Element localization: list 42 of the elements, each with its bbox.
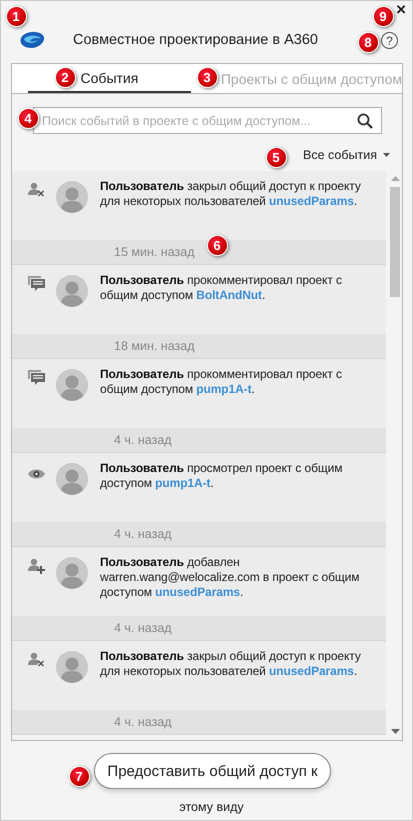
event-time: 4 ч. назад <box>114 715 172 729</box>
project-link[interactable]: unusedParams <box>155 585 240 599</box>
search-field[interactable]: Поиск событий в проекте с общим доступом... <box>33 107 382 134</box>
project-link[interactable]: BoltAndNut <box>196 288 262 302</box>
event-description: Пользователь закрыл общий доступ к проекту для некоторых пользователей unusedParams. <box>100 179 362 210</box>
event-description: Пользователь просмотрел проект с общим доступом pump1A-t. <box>100 461 344 492</box>
search-icon <box>357 112 373 128</box>
callout-badge: 8 <box>358 32 378 52</box>
event-time: 4 ч. назад <box>114 621 172 635</box>
close-button[interactable]: × <box>396 1 406 19</box>
event-description: Пользователь прокомментировал проект с общим доступом pump1A-t. <box>100 367 343 398</box>
scroll-thumb[interactable] <box>390 187 400 297</box>
eye-icon <box>28 469 44 479</box>
share-view-button[interactable]: Предоставить общий доступ к <box>94 753 331 789</box>
project-link[interactable]: unusedParams <box>269 664 354 678</box>
callout-badge: 7 <box>68 766 90 786</box>
event-time: 4 ч. назад <box>114 527 172 541</box>
scroll-down-icon[interactable] <box>391 729 400 734</box>
event-description: Пользователь закрыл общий доступ к проекту для некоторых пользователей unusedParams. <box>100 649 362 680</box>
event-description: Пользователь прокомментировал проект с общим доступом BoltAndNut. <box>100 273 343 304</box>
logo-icon <box>19 31 45 49</box>
event-time: 4 ч. назад <box>114 433 172 447</box>
window-title: Совместное проектирование в A360 <box>73 32 318 48</box>
comment-icon <box>28 370 44 385</box>
callout-badge: 1 <box>6 6 26 26</box>
remove-user-icon <box>28 652 44 668</box>
remove-user-icon <box>28 182 44 198</box>
comment-icon <box>28 276 44 291</box>
event-description: Пользователь добавлен warren.wang@welocalize.com в проект с общим доступом unusedParams. <box>100 555 360 601</box>
event-time: 15 мин. назад <box>114 245 194 259</box>
caret-icon <box>383 153 390 157</box>
project-link[interactable]: pump1A-t <box>155 476 210 490</box>
project-link[interactable]: pump1A-t <box>196 382 252 396</box>
button-overflow-text: этому виду <box>179 800 244 814</box>
callout-badge: 9 <box>372 6 394 26</box>
add-user-icon <box>28 558 44 574</box>
event-time: 18 мин. назад <box>114 339 194 353</box>
filter-dropdown[interactable]: Все события <box>303 148 390 162</box>
help-button[interactable]: ? <box>381 32 398 48</box>
scroll-up-icon[interactable] <box>391 176 400 181</box>
project-link[interactable]: unusedParams <box>269 194 354 208</box>
avatar <box>56 369 88 401</box>
